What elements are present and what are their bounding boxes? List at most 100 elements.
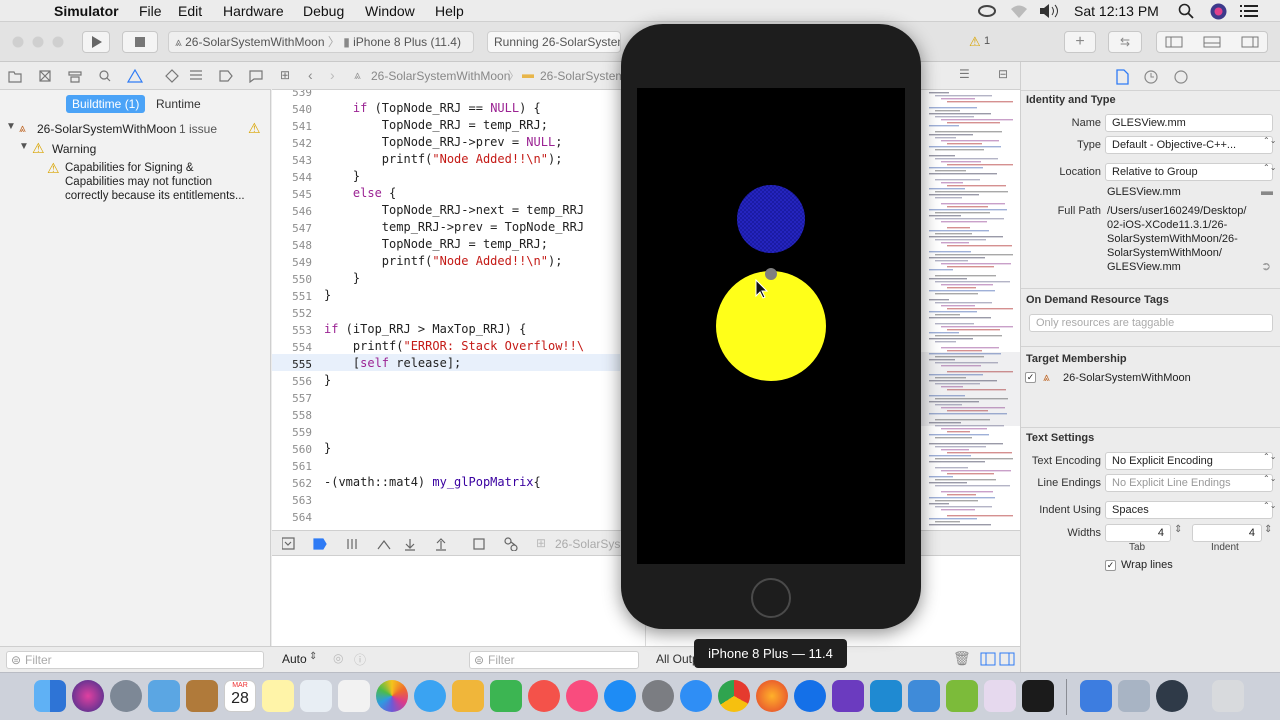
code-line[interactable]: if (iTop_RRJ > MaxTop_RRJ) { [324,322,526,336]
app-store-icon[interactable] [604,680,636,712]
news-icon[interactable] [528,680,560,712]
code-line[interactable]: } [324,373,331,387]
updown-icon[interactable]: ⇕ [309,651,317,662]
app-generic-icon[interactable] [984,680,1016,712]
name-field[interactable]: GLESView.mm [1105,114,1273,132]
trash-dock-icon[interactable] [1212,680,1244,712]
library-button[interactable]: + [1064,31,1096,53]
output-select[interactable]: All Outp [656,652,699,666]
encoding-select[interactable]: No Explicit Encoding [1105,452,1273,470]
numbers-icon[interactable] [490,680,522,712]
code-line[interactable]: [self release]; [324,356,461,370]
pages-icon[interactable] [452,680,484,712]
notebook-icon[interactable] [186,680,218,712]
tab-width-field[interactable]: 4 [1105,524,1171,542]
warning-icon[interactable]: ⚠ [969,34,981,50]
code-line[interactable]: if (TopNode_RRJ == NULL) { [324,101,541,115]
code-line[interactable]: printf("Node Added!!\n"); [324,152,563,166]
indent-width-field[interactable]: 4 [1192,524,1262,542]
eye-icon[interactable]: ◎ [333,651,343,665]
vscode-icon[interactable] [870,680,902,712]
project-row[interactable]: ▼ ⩓ 26-SolarSystemWithMoon 1 issue ⚠ [0,120,271,138]
indent-stepper[interactable]: ⇕ [1264,524,1272,535]
split-editor-icon[interactable]: ⊟ [998,67,1008,81]
code-line[interactable]: } [324,169,360,183]
forward-icon[interactable]: › [330,67,335,83]
scheme-selector[interactable]: ⩓ 26-SolarSystemWithMoon 〉 ▮ iPhone 8 Pl… [168,31,474,53]
downloads-folder-icon[interactable] [1080,680,1112,712]
code-line[interactable]: else { [324,186,396,200]
creative-cloud-icon[interactable] [977,3,997,19]
menu-help[interactable]: Help [435,3,464,19]
home-button[interactable] [751,578,791,618]
disclosure-open-icon[interactable]: ▼ [19,141,29,152]
photos-icon[interactable] [376,680,408,712]
music-icon[interactable] [566,680,598,712]
jumpbar-folder[interactable]: 26-SolarSystem [540,69,625,83]
code-line[interactable]: TopNode_RRJ = temp_RRJ; [324,118,548,132]
minimap-toggle-icon[interactable]: ☰ [959,67,970,81]
code-line[interactable]: } [324,288,331,302]
navigator-filter-input[interactable]: ⊜ Filter [6,651,264,669]
notification-center-icon[interactable] [1240,4,1258,18]
disclosure-open-icon[interactable]: ▼ [6,121,16,132]
code-line[interactable]: TopNode_RRJ = temp_RRJ; [324,237,548,251]
finder-icon[interactable] [34,680,66,712]
minimap[interactable] [920,90,1020,530]
back-icon[interactable]: ‹ [308,67,313,83]
related-items-icon[interactable]: ⊞ [280,68,290,82]
siri-dock-icon[interactable] [72,680,104,712]
reminders-icon[interactable] [338,680,370,712]
safari-icon[interactable] [680,680,712,712]
stop-button[interactable] [122,31,158,53]
code-editor[interactable]: 539 540 if (TopNode_RRJ == NULL) {541 Top… [272,90,620,530]
messages-icon[interactable] [414,680,446,712]
type-select[interactable]: Default - Objective-C++... [1105,136,1273,154]
spotlight-icon[interactable] [1178,3,1194,19]
code-line[interactable]: temp_RRJ->prev = TopNode_RRJ [324,220,584,234]
menu-hardware[interactable]: Hardware [223,3,284,19]
line-endings-select[interactable]: No Explicit Line Endings [1105,474,1273,492]
visual-studio-icon[interactable] [832,680,864,712]
run-button[interactable] [82,31,110,53]
quicktime-icon[interactable] [1156,680,1188,712]
volume-icon[interactable] [1038,3,1060,19]
review-button[interactable]: ⇆ [1108,31,1142,53]
wifi-icon[interactable] [1010,3,1028,19]
maps-icon[interactable] [300,680,332,712]
warning-issue-item[interactable]: ⚠ Capabilities for Signing & Capabilitie… [0,160,271,206]
system-preferences-icon[interactable] [642,680,674,712]
tab-runtime[interactable]: Runtime [150,95,207,113]
menu-debug[interactable]: Debug [303,3,344,19]
simulator-screen[interactable] [637,88,905,564]
code-line[interactable]: TopNode_RRJ->next = temp_RRJ [324,203,584,217]
warning-count[interactable]: 1 [984,35,990,47]
siri-icon[interactable] [1210,3,1227,20]
launchpad-icon[interactable] [110,680,142,712]
notes-icon[interactable] [262,680,294,712]
warning-group-row[interactable]: ▼ ⚠ Warning [0,140,271,158]
android-studio-icon[interactable] [946,680,978,712]
menu-window[interactable]: Window [365,3,415,19]
navigator-icons[interactable] [8,69,268,83]
indent-using-select[interactable]: Spaces [1105,501,1273,519]
code-line[interactable]: TopNode_RRJ->prev = NULL; [324,135,563,149]
terminal-icon[interactable] [1022,680,1054,712]
firefox-icon[interactable] [756,680,788,712]
debug-controls-icons[interactable] [282,537,542,551]
trash-icon[interactable]: 🗑 [953,650,971,667]
calendar-icon[interactable]: MAR 28 [224,680,256,712]
menu-app-name[interactable]: Simulator [54,3,119,19]
menu-file[interactable]: File [139,3,162,19]
minimap-viewport[interactable] [921,352,1020,426]
info-icon[interactable]: ⓘ [354,651,366,668]
folder-icon[interactable]: ▬ [1261,184,1273,198]
variables-filter-input[interactable]: ⊜ Filter [469,651,639,669]
code-line[interactable]: } [324,441,331,455]
opengl-scene[interactable] [637,88,905,564]
target-checkbox[interactable]: ✓ [1025,372,1036,383]
dropbox-icon[interactable] [794,680,826,712]
tab-stepper[interactable]: ⇕ [1174,524,1182,535]
location-select[interactable]: Relative to Group [1105,163,1273,181]
menu-edit[interactable]: Edit [178,3,202,19]
